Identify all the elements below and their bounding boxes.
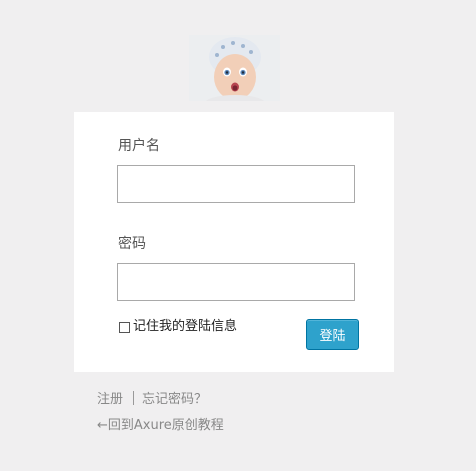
remember-me-label: 记住我的登陆信息	[133, 319, 238, 334]
password-label: 密码	[118, 236, 146, 252]
forgot-password-link[interactable]: 忘记密码？	[142, 392, 207, 407]
login-page: 用户名 密码 记住我的登陆信息 登陆 注册 忘记密码？ ←回到Axure原创教程	[0, 0, 476, 471]
remember-me-option[interactable]: 记住我的登陆信息	[119, 319, 237, 335]
remember-me-checkbox[interactable]	[119, 321, 130, 333]
login-form-card: 用户名 密码 记住我的登陆信息 登陆	[74, 112, 394, 372]
login-button[interactable]: 登陆	[306, 319, 359, 350]
username-label: 用户名	[118, 138, 160, 154]
baby-photo-logo	[189, 35, 280, 101]
link-divider	[133, 391, 135, 405]
username-input[interactable]	[117, 165, 355, 203]
register-link[interactable]: 注册	[97, 392, 123, 407]
back-to-site-link[interactable]: ←回到Axure原创教程	[97, 417, 224, 435]
password-input[interactable]	[117, 263, 355, 301]
auth-links: 注册 忘记密码？	[97, 391, 207, 409]
